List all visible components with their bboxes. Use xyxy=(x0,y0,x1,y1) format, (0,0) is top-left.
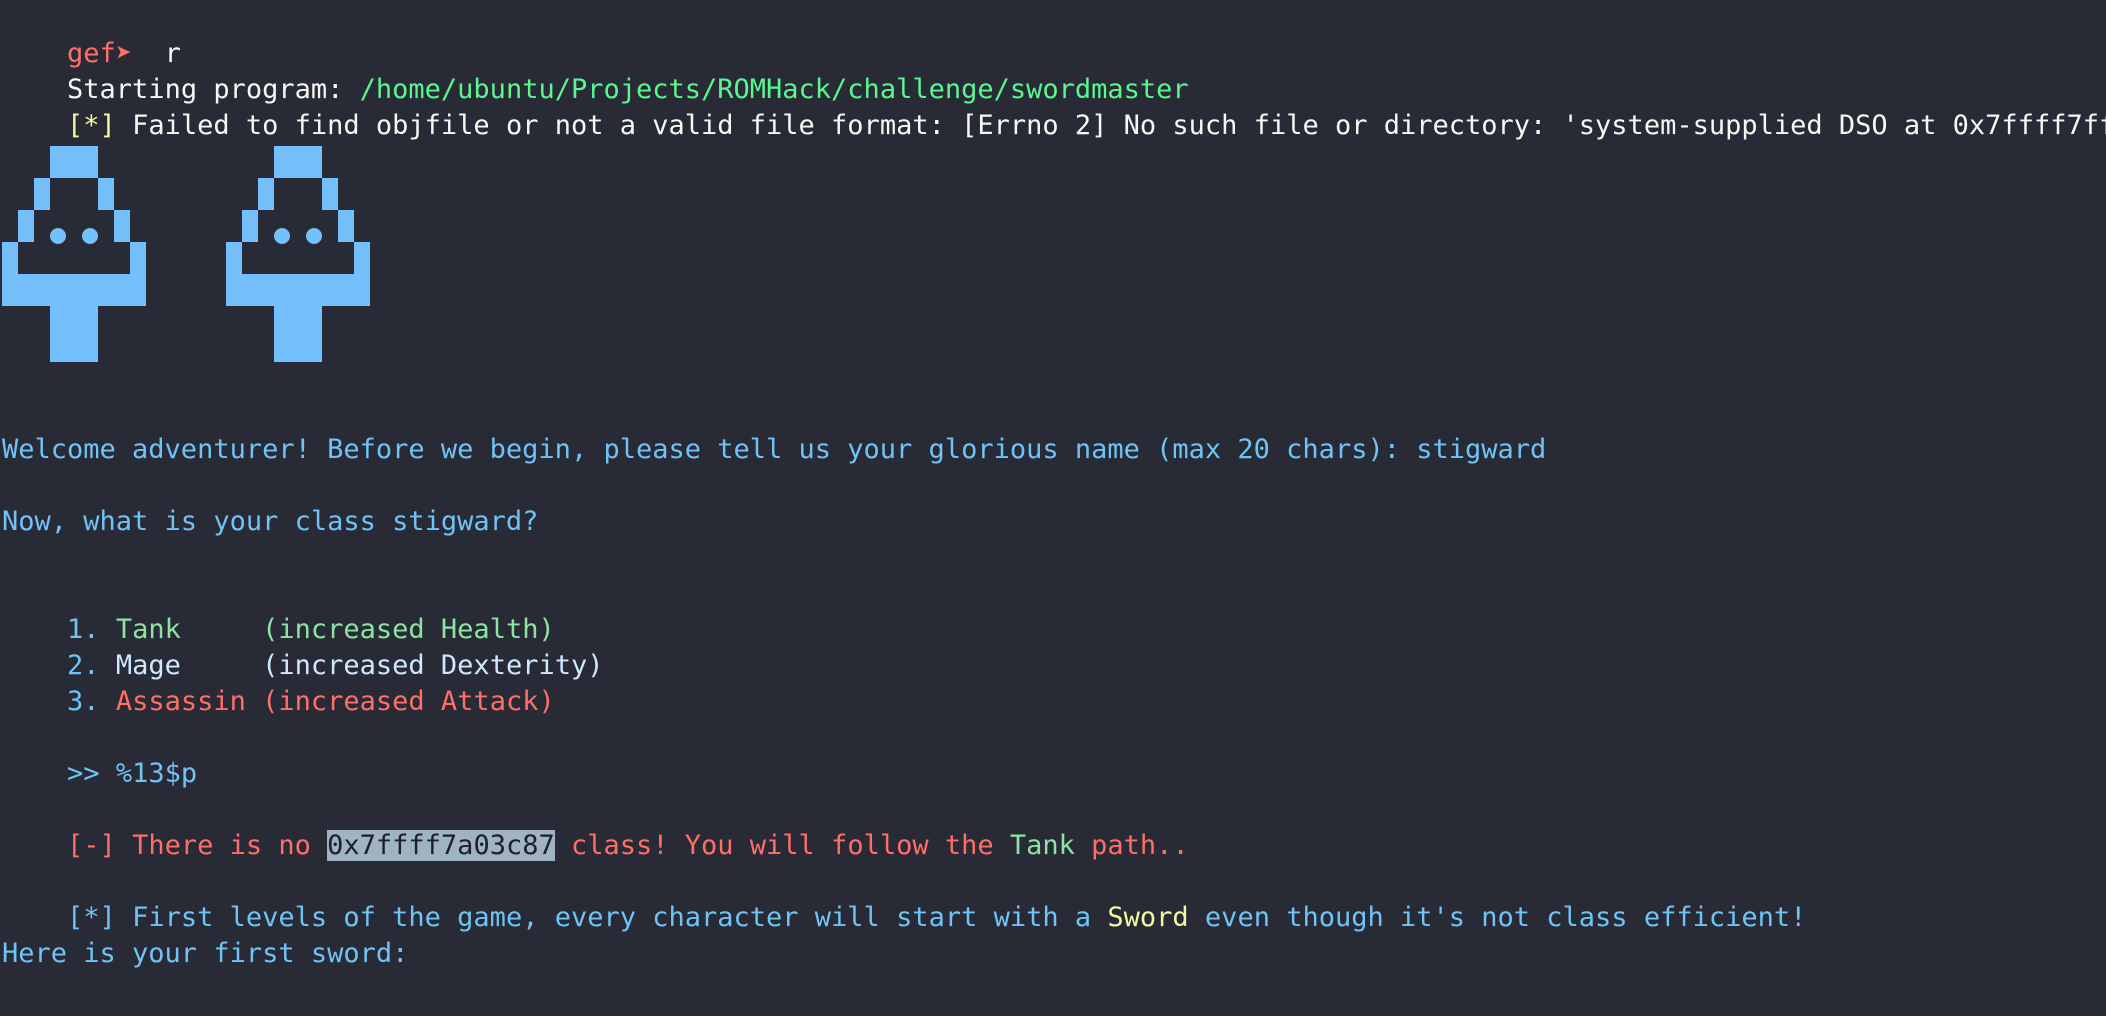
class-option-tank: 1. Tank (increased Health) xyxy=(2,576,555,645)
starting-program-line: Starting program: /home/ubuntu/Projects/… xyxy=(2,36,1189,105)
sword-word: Sword xyxy=(1107,902,1189,933)
class-option-assassin: 3. Assassin (increased Attack) xyxy=(2,648,555,717)
gdb-prompt-line: gef➤ r xyxy=(2,0,181,69)
error-text: There is no xyxy=(115,830,328,861)
input-value: %13$p xyxy=(115,758,198,789)
ghost-figure-left xyxy=(2,146,146,362)
error-text: path.. xyxy=(1074,830,1189,861)
note-text: even though it's not class efficient! xyxy=(1188,902,1807,933)
info-message: Failed to find objfile or not a valid fi… xyxy=(115,110,2106,141)
class-desc: (increased Attack) xyxy=(245,686,555,717)
class-question: Now, what is your class stigward? xyxy=(2,506,539,537)
error-text: class! You will follow the xyxy=(554,830,1010,861)
input-line[interactable]: >> %13$p xyxy=(2,720,197,789)
info-tag: [*] xyxy=(67,110,116,141)
leaked-address-selection[interactable]: 0x7ffff7a03c87 xyxy=(327,830,555,861)
error-tag: [-] xyxy=(67,830,116,861)
first-sword-line: Here is your first sword: xyxy=(2,938,409,969)
error-line: [-] There is no 0x7ffff7a03c87 class! Yo… xyxy=(2,792,1189,861)
class-number: 3. xyxy=(67,686,116,717)
class-option-mage: 2. Mage (increased Dexterity) xyxy=(2,612,603,681)
info-line: [*] Failed to find objfile or not a vali… xyxy=(2,72,2106,141)
note-tag: [*] xyxy=(67,902,116,933)
class-name: Assassin xyxy=(115,686,246,717)
terminal-window[interactable]: gef➤ r Starting program: /home/ubuntu/Pr… xyxy=(0,0,2106,1016)
note-text: First levels of the game, every characte… xyxy=(115,902,1108,933)
ghost-figure-right xyxy=(226,146,370,362)
assigned-class: Tank xyxy=(1009,830,1075,861)
note-line: [*] First levels of the game, every char… xyxy=(2,864,1806,933)
welcome-line: Welcome adventurer! Before we begin, ple… xyxy=(2,434,1547,465)
input-prompt: >> xyxy=(67,758,116,789)
ascii-art-banner xyxy=(2,146,370,362)
